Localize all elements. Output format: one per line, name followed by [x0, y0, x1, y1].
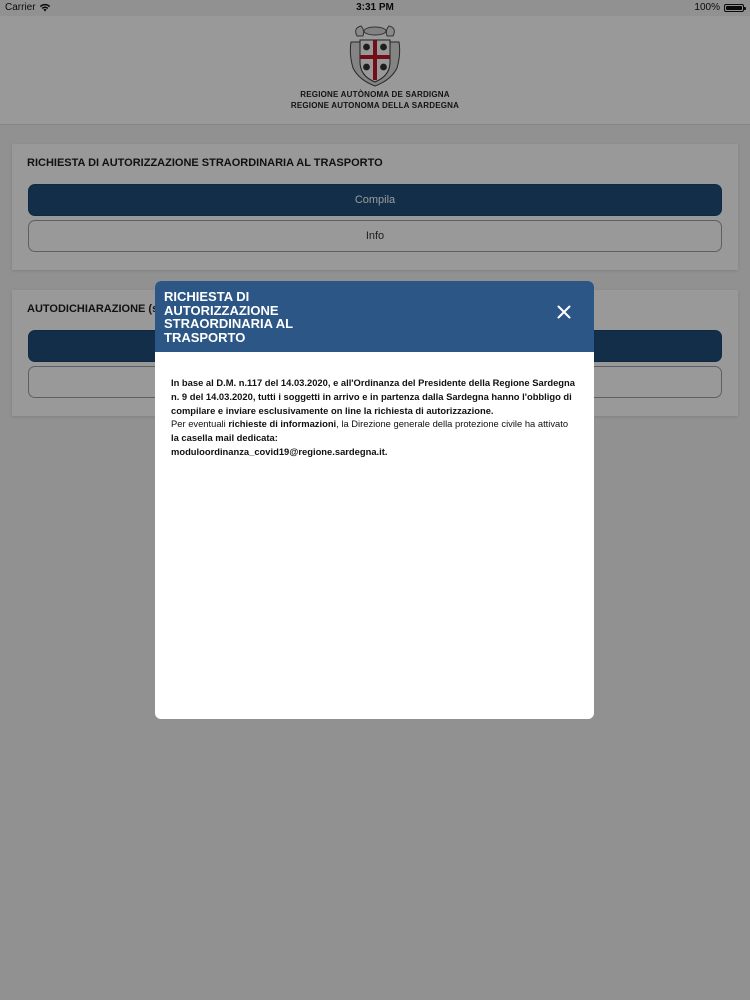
dialog-paragraph: la casella mail dedicata:: [171, 432, 278, 444]
dialog-paragraph: Per eventuali richieste di informazioni,…: [171, 418, 569, 430]
close-button[interactable]: [553, 301, 575, 323]
dialog-header: RICHIESTA DI AUTORIZZAZIONE STRAORDINARI…: [155, 281, 594, 352]
dialog-email[interactable]: moduloordinanza_covid19@regione.sardegna…: [171, 445, 580, 459]
close-icon: [557, 305, 571, 319]
info-dialog: RICHIESTA DI AUTORIZZAZIONE STRAORDINARI…: [155, 281, 594, 719]
dialog-title: RICHIESTA DI AUTORIZZAZIONE STRAORDINARI…: [164, 289, 293, 345]
dialog-paragraph: In base al D.M. n.117 del 14.03.2020, e …: [171, 377, 575, 416]
dialog-body: In base al D.M. n.117 del 14.03.2020, e …: [171, 376, 580, 459]
